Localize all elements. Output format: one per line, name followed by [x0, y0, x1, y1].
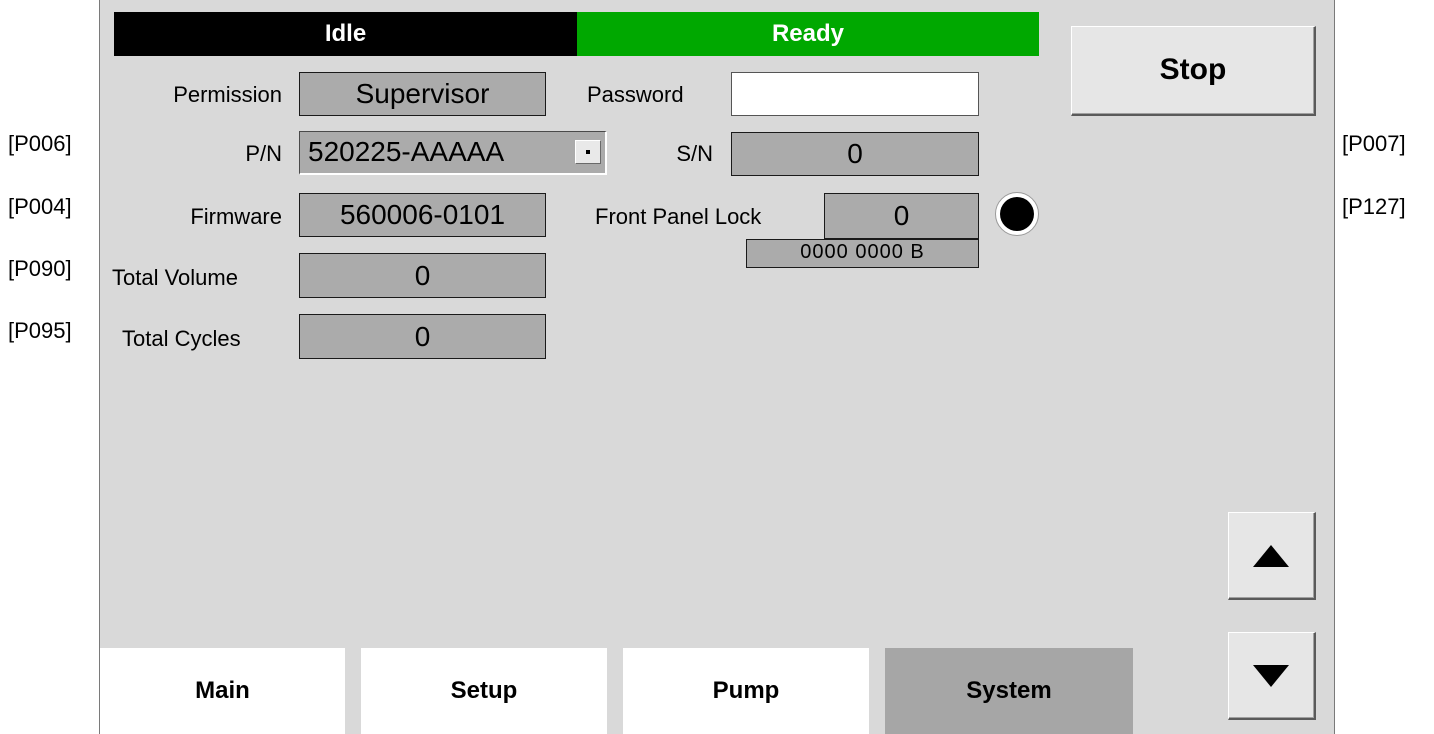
permission-label: Permission	[173, 82, 282, 107]
dropdown-arrow-icon[interactable]	[575, 140, 601, 164]
stop-button[interactable]: Stop	[1071, 26, 1316, 116]
tab-setup[interactable]: Setup	[361, 648, 607, 734]
total-cycles-field[interactable]: 0	[299, 314, 546, 359]
param-label-p090: [P090]	[8, 256, 72, 281]
param-label-p004: [P004]	[8, 194, 72, 219]
status-idle: Idle	[114, 12, 577, 56]
total-volume-label: Total Volume	[112, 265, 238, 290]
scroll-up-button[interactable]	[1228, 512, 1316, 600]
password-input[interactable]	[731, 72, 979, 116]
status-indicator-icon	[995, 192, 1039, 236]
param-label-p007: [P007]	[1342, 131, 1406, 156]
scroll-down-button[interactable]	[1228, 632, 1316, 720]
tab-system[interactable]: System	[885, 648, 1133, 734]
pn-dropdown-value: 520225-AAAAA	[308, 136, 505, 167]
panel-border-left	[99, 0, 100, 734]
param-label-p095: [P095]	[8, 318, 72, 343]
total-volume-field[interactable]: 0	[299, 253, 546, 298]
page: [P006] [P004] [P090] [P095] [P007] [P127…	[0, 0, 1434, 734]
firmware-label: Firmware	[190, 204, 282, 229]
pn-label: P/N	[245, 141, 282, 166]
status-ready: Ready	[577, 12, 1039, 56]
password-label: Password	[587, 82, 684, 107]
permission-field[interactable]: Supervisor	[299, 72, 546, 116]
front-panel-lock-field[interactable]: 0	[824, 193, 979, 239]
arrow-up-icon	[1253, 545, 1289, 567]
sn-label: S/N	[676, 141, 713, 166]
total-cycles-label: Total Cycles	[122, 326, 241, 351]
front-panel-lock-binary: 0000 0000 B	[746, 239, 979, 268]
pn-dropdown[interactable]: 520225-AAAAA	[299, 131, 607, 175]
param-label-p127: [P127]	[1342, 194, 1406, 219]
panel-border-right	[1334, 0, 1335, 734]
firmware-field[interactable]: 560006-0101	[299, 193, 546, 237]
param-label-p006: [P006]	[8, 131, 72, 156]
arrow-down-icon	[1253, 665, 1289, 687]
tab-main[interactable]: Main	[100, 648, 345, 734]
sn-field[interactable]: 0	[731, 132, 979, 176]
front-panel-lock-label: Front Panel Lock	[595, 204, 762, 229]
tab-pump[interactable]: Pump	[623, 648, 869, 734]
